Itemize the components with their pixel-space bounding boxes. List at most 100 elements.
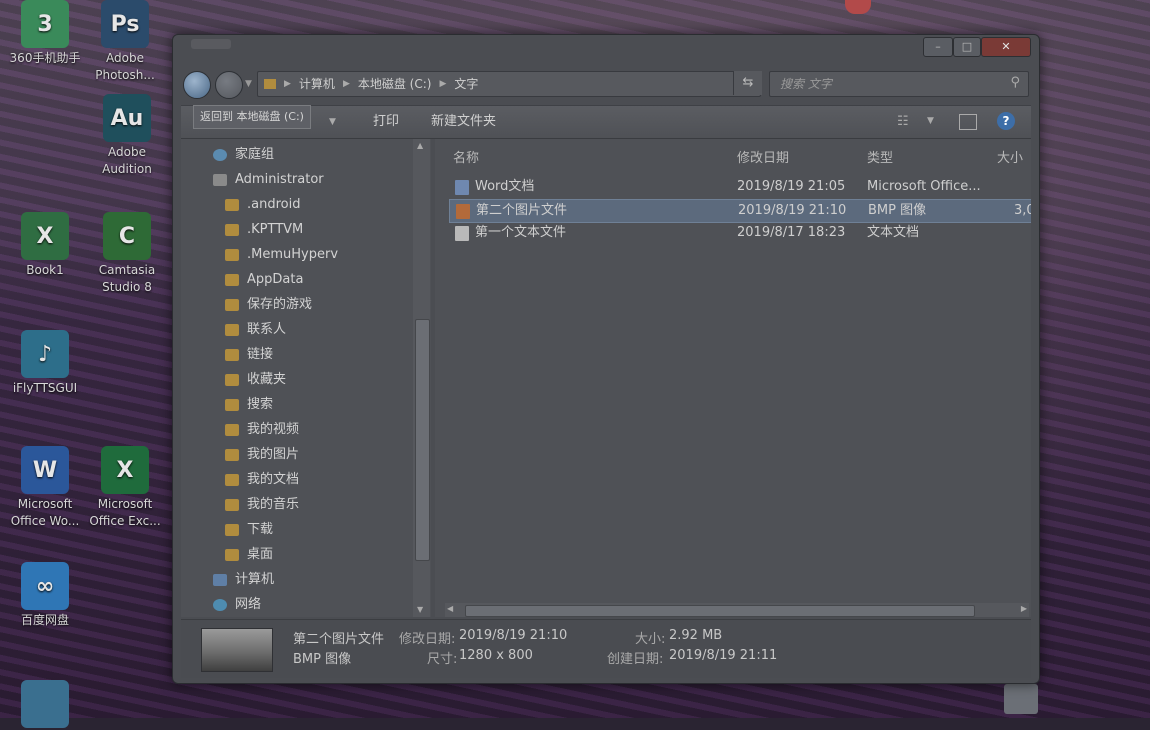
preview-pane-icon[interactable] <box>959 114 977 130</box>
nav-item[interactable]: 搜索 <box>225 395 273 415</box>
nav-item[interactable]: 我的文档 <box>225 470 299 490</box>
column-header-name[interactable]: 名称 <box>453 147 479 166</box>
help-icon[interactable]: ? <box>997 112 1015 130</box>
desktop-icon-word[interactable]: W Microsoft Office Wo... <box>5 446 85 530</box>
nav-item[interactable]: 计算机 <box>213 570 274 590</box>
folder-icon <box>225 474 239 486</box>
desktop-icon-excel[interactable]: X Microsoft Office Exc... <box>85 446 165 530</box>
app-icon: X <box>101 446 149 494</box>
scroll-left-icon[interactable]: ◀ <box>447 604 453 613</box>
recycle-bin-icon[interactable] <box>1004 684 1038 714</box>
desktop-icon-label: Microsoft Office Exc... <box>89 497 161 528</box>
column-header-type[interactable]: 类型 <box>867 147 893 166</box>
breadcrumb-separator-icon[interactable]: ▶ <box>343 72 350 96</box>
horizontal-scroll-thumb[interactable] <box>465 605 975 617</box>
nav-item[interactable]: 桌面 <box>225 545 273 565</box>
desktop-icon-partial[interactable] <box>5 680 85 730</box>
view-dropdown-icon[interactable]: ▼ <box>927 116 934 126</box>
nav-item-label: 搜索 <box>247 397 274 412</box>
folder-icon <box>225 524 239 536</box>
nav-item[interactable]: .android <box>225 195 300 215</box>
app-icon: Au <box>103 94 151 142</box>
nav-item[interactable]: 保存的游戏 <box>225 295 312 315</box>
nav-item[interactable]: 收藏夹 <box>225 370 286 390</box>
breadcrumb-current-folder[interactable]: 文字 <box>454 72 478 96</box>
file-date: 2019/8/17 18:23 <box>737 225 846 240</box>
nav-item-label: 保存的游戏 <box>247 297 313 312</box>
address-bar[interactable]: ▶ 计算机 ▶ 本地磁盘 (C:) ▶ 文字 ▼ <box>257 71 761 97</box>
scroll-down-icon[interactable]: ▼ <box>417 605 423 614</box>
maximize-button[interactable]: □ <box>953 37 981 57</box>
desktop-icon-iflytts[interactable]: ♪ iFlyTTSGUI <box>5 330 85 397</box>
forward-button[interactable] <box>215 71 243 99</box>
file-row[interactable]: 第二个图片文件 2019/8/19 21:10 BMP 图像 3,0 <box>449 199 1031 223</box>
nav-item[interactable]: 我的音乐 <box>225 495 299 515</box>
search-icon[interactable]: ⚲ <box>1010 75 1020 90</box>
search-input[interactable] <box>778 72 1002 96</box>
desktop-icon-label: iFlyTTSGUI <box>12 381 78 395</box>
new-folder-button[interactable]: 新建文件夹 <box>421 106 506 138</box>
nav-item[interactable]: 链接 <box>225 345 273 365</box>
nav-item-label: AppData <box>247 272 304 287</box>
scroll-right-icon[interactable]: ▶ <box>1021 604 1027 613</box>
file-name: 第一个文本文件 <box>475 225 567 240</box>
refresh-button[interactable]: ⇆ <box>733 71 762 95</box>
horizontal-scrollbar[interactable]: ◀ ▶ <box>445 603 1029 617</box>
folder-icon <box>225 274 239 286</box>
breadcrumb-local-disk[interactable]: 本地磁盘 (C:) <box>358 72 432 96</box>
image-file-icon <box>456 204 470 219</box>
file-row[interactable]: 第一个文本文件 2019/8/17 18:23 文本文档 <box>449 222 1031 244</box>
nav-item-label: 下载 <box>247 522 274 537</box>
nav-item-label: 联系人 <box>247 322 287 337</box>
nav-item[interactable]: Administrator <box>213 170 324 190</box>
desktop-icon-audition[interactable]: Au Adobe Audition <box>87 94 167 178</box>
nav-item[interactable]: 网络 <box>213 595 261 615</box>
user-folder-icon <box>213 174 227 186</box>
column-header-size[interactable]: 大小 <box>997 147 1023 166</box>
organize-dropdown-icon[interactable]: ▼ <box>329 106 336 138</box>
folder-icon <box>225 349 239 361</box>
app-icon: X <box>21 212 69 260</box>
folder-icon <box>225 374 239 386</box>
nav-item[interactable]: 我的图片 <box>225 445 299 465</box>
nav-item[interactable]: .MemuHyperv <box>225 245 338 265</box>
view-options-icon[interactable]: ☷ <box>897 114 909 129</box>
desktop-icon-360[interactable]: 3 360手机助手 <box>5 0 85 67</box>
file-row[interactable]: Word文档 2019/8/19 21:05 Microsoft Office... <box>449 176 1031 198</box>
nav-item[interactable]: .KPTTVM <box>225 220 303 240</box>
nav-item-label: .MemuHyperv <box>247 247 339 262</box>
column-header-date[interactable]: 修改日期 <box>737 147 789 166</box>
back-button[interactable] <box>183 71 211 99</box>
folder-icon <box>225 299 239 311</box>
breadcrumb-separator-icon[interactable]: ▶ <box>284 72 291 96</box>
close-button[interactable]: ✕ <box>981 37 1031 57</box>
search-box[interactable]: ⚲ <box>769 71 1029 97</box>
nav-item[interactable]: AppData <box>225 270 303 290</box>
window-title-area <box>191 39 231 49</box>
breadcrumb-separator-icon[interactable]: ▶ <box>439 72 446 96</box>
nav-item[interactable]: 下载 <box>225 520 273 540</box>
breadcrumb-computer[interactable]: 计算机 <box>299 72 335 96</box>
nav-item[interactable]: 联系人 <box>225 320 286 340</box>
file-list-pane: 名称 修改日期 类型 大小 Word文档 2019/8/19 21:05 Micro… <box>435 139 1031 617</box>
details-pane: 第二个图片文件 BMP 图像 修改日期: 2019/8/19 21:10 尺寸:… <box>181 619 1031 678</box>
details-dims-label: 尺寸: <box>427 652 458 667</box>
desktop-icon-photoshop[interactable]: Ps Adobe Photosh... <box>85 0 165 84</box>
desktop-icon-label: Adobe Audition <box>102 145 152 176</box>
nav-scrollbar[interactable]: ▲ ▼ <box>413 139 430 617</box>
folder-icon <box>225 249 239 261</box>
details-created-label: 创建日期: <box>607 652 664 667</box>
nav-scroll-thumb[interactable] <box>415 319 430 561</box>
nav-item[interactable]: 我的视频 <box>225 420 299 440</box>
minimize-button[interactable]: – <box>923 37 953 57</box>
desktop-icon-camtasia[interactable]: C Camtasia Studio 8 <box>87 212 167 296</box>
nav-item-label: 我的文档 <box>247 472 300 487</box>
nav-item[interactable]: 家庭组 <box>213 145 274 165</box>
app-icon: C <box>103 212 151 260</box>
scroll-up-icon[interactable]: ▲ <box>417 141 423 150</box>
history-dropdown-icon[interactable]: ▼ <box>245 79 252 89</box>
desktop-icon-book1[interactable]: X Book1 <box>5 212 85 279</box>
print-button[interactable]: 打印 <box>363 106 409 138</box>
file-date: 2019/8/19 21:10 <box>738 203 847 218</box>
desktop-icon-baidu-netdisk[interactable]: ∞ 百度网盘 <box>5 562 85 629</box>
